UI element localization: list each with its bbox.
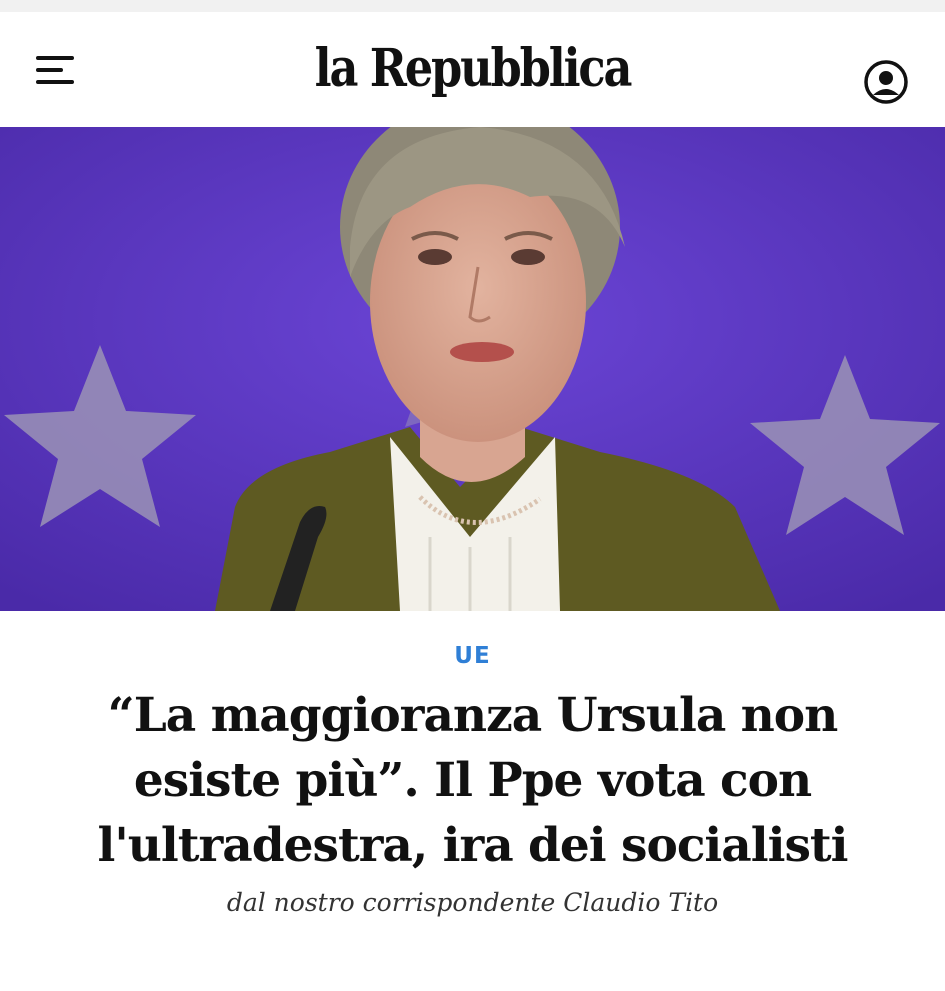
article-byline: dal nostro corrispondente Claudio Tito bbox=[226, 888, 719, 917]
user-account-icon[interactable] bbox=[863, 59, 909, 105]
hero-image[interactable] bbox=[0, 127, 945, 611]
section-label[interactable]: UE bbox=[0, 643, 945, 669]
hero-photo bbox=[0, 127, 945, 611]
status-strip bbox=[0, 0, 945, 12]
article-headline[interactable]: “La maggioranza Ursula non esiste più”. … bbox=[40, 683, 905, 878]
site-logo[interactable]: la Repubblica bbox=[66, 38, 879, 99]
site-header: la Repubblica bbox=[0, 12, 945, 127]
